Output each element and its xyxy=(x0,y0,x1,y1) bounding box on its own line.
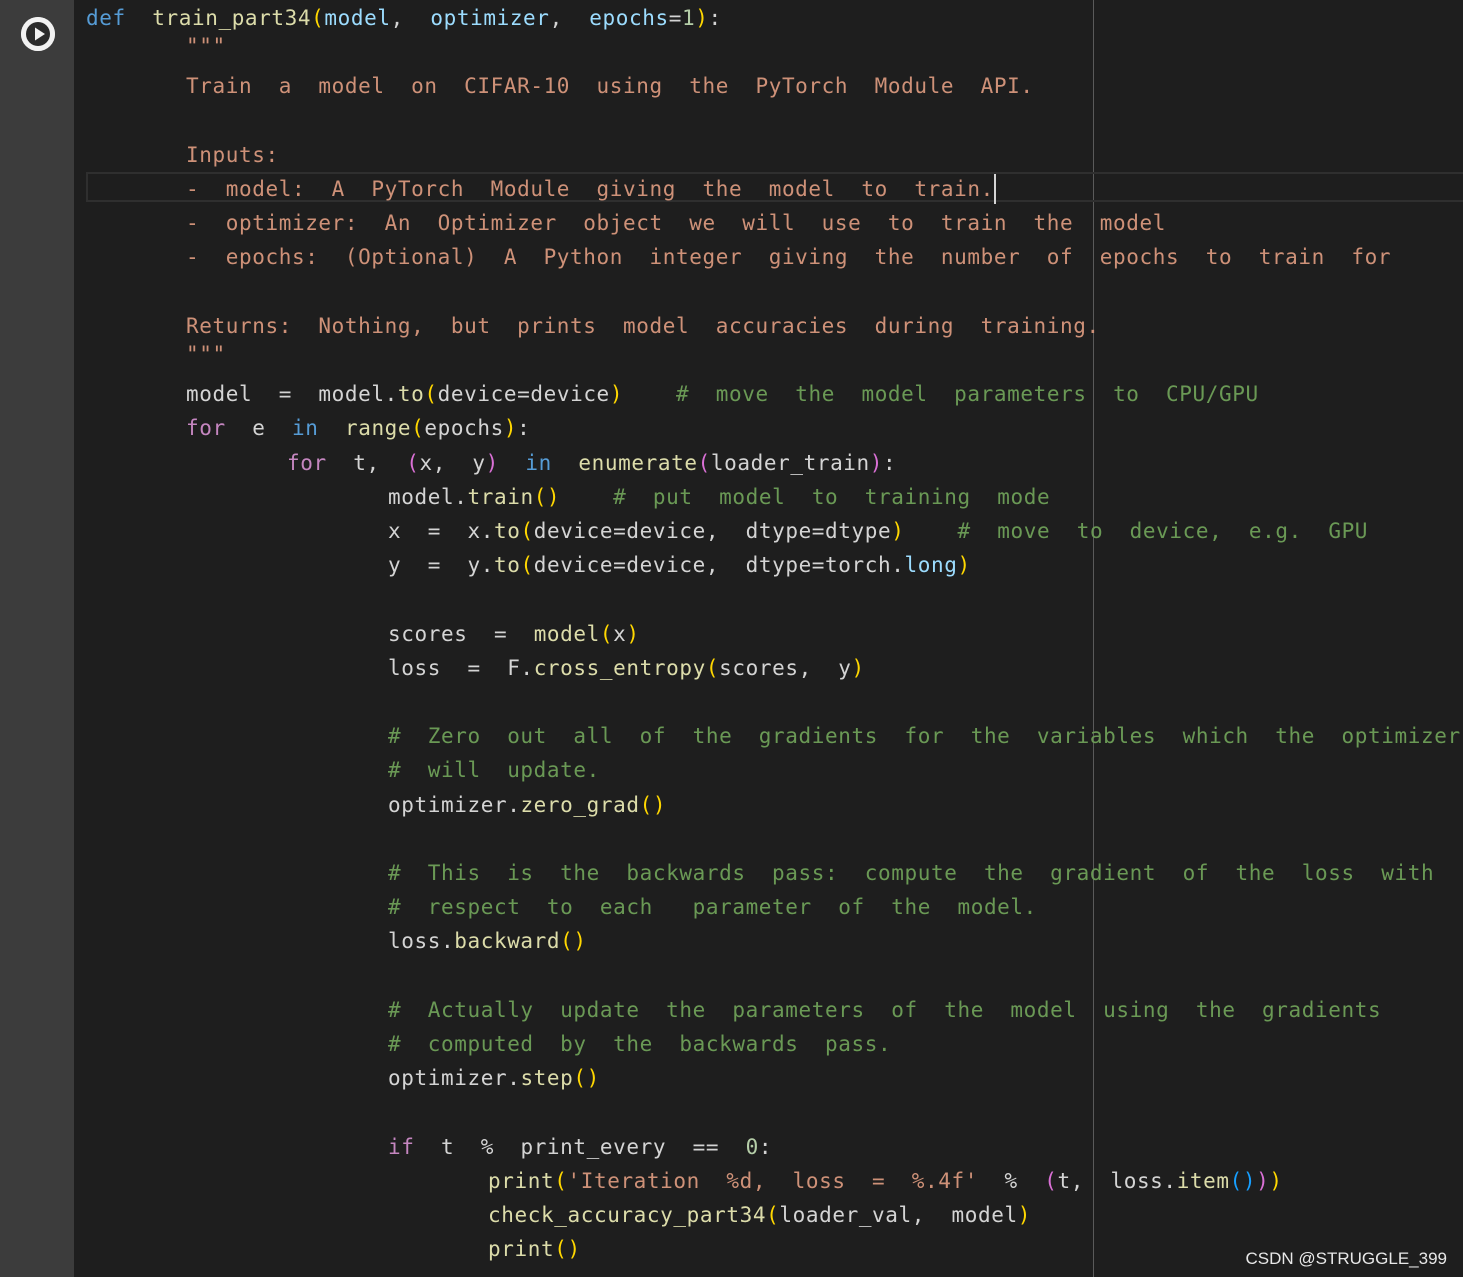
cell-gutter xyxy=(0,0,74,1277)
code-line-backward[interactable]: loss.backward() xyxy=(388,926,587,956)
docstring-returns: Returns: Nothing, but prints model accur… xyxy=(186,314,1100,338)
code-line-print-empty[interactable]: print() xyxy=(488,1234,581,1264)
comment-update-1: # Actually update the parameters of the … xyxy=(388,998,1382,1022)
code-line-model-to[interactable]: model = model.to(device=device) # move t… xyxy=(186,379,1259,409)
code-line-y-to[interactable]: y = y.to(device=device, dtype=torch.long… xyxy=(388,550,971,580)
function-name: train_part34 xyxy=(152,6,312,30)
code-line-scores[interactable]: scores = model(x) xyxy=(388,619,640,649)
code-line-x-to[interactable]: x = x.to(device=device, dtype=dtype) # m… xyxy=(388,516,1368,546)
param-epochs-default: 1 xyxy=(682,6,696,30)
notebook-cell: def train_part34(model, optimizer, epoch… xyxy=(0,0,1463,1277)
code-line-zero-grad[interactable]: optimizer.zero_grad() xyxy=(388,790,666,820)
code-line-model-train[interactable]: model.train() # put model to training mo… xyxy=(388,482,1050,512)
docstring-close: """ xyxy=(186,342,226,366)
run-cell-button[interactable] xyxy=(21,17,55,51)
comment-zero-2: # will update. xyxy=(388,758,600,782)
docstring-inputs: Inputs: xyxy=(186,143,279,167)
watermark-text: CSDN @STRUGGLE_399 xyxy=(1245,1249,1448,1268)
keyword-def: def xyxy=(86,6,126,30)
comment-update-2: # computed by the backwards pass. xyxy=(388,1032,892,1056)
code-line-def[interactable]: def train_part34(model, optimizer, epoch… xyxy=(86,3,722,33)
param-model: model xyxy=(324,6,391,30)
param-optimizer: optimizer xyxy=(430,6,550,30)
code-line-loss[interactable]: loss = F.cross_entropy(scores, y) xyxy=(388,653,865,683)
docstring-description: Train a model on CIFAR-10 using the PyTo… xyxy=(186,74,1034,98)
comment-backward-1: # This is the backwards pass: compute th… xyxy=(388,861,1435,885)
code-line-step[interactable]: optimizer.step() xyxy=(388,1063,600,1093)
code-line-for-loader[interactable]: for t, (x, y) in enumerate(loader_train)… xyxy=(287,448,896,478)
docstring-open: """ xyxy=(186,34,226,58)
docstring-input-model-line[interactable]: - model: A PyTorch Module giving the mod… xyxy=(186,174,996,204)
docstring-input-epochs: - epochs: (Optional) A Python integer gi… xyxy=(186,245,1392,269)
docstring-input-model: - model: A PyTorch Module giving the mod… xyxy=(186,177,994,201)
code-line-if[interactable]: if t % print_every == 0: xyxy=(388,1132,772,1162)
comment-backward-2: # respect to each parameter of the model… xyxy=(388,895,1037,919)
text-cursor xyxy=(993,174,996,204)
comment-zero-1: # Zero out all of the gradients for the … xyxy=(388,724,1461,748)
code-line-for-epochs[interactable]: for e in range(epochs): xyxy=(186,413,530,443)
comment-move-model: # move the model parameters to CPU/GPU xyxy=(676,382,1259,406)
code-line-check-accuracy[interactable]: check_accuracy_part34(loader_val, model) xyxy=(488,1200,1031,1230)
code-line-print-iteration[interactable]: print('Iteration %d, loss = %.4f' % (t, … xyxy=(488,1166,1283,1196)
docstring-input-optimizer: - optimizer: An Optimizer object we will… xyxy=(186,211,1166,235)
param-epochs: epochs xyxy=(589,6,669,30)
play-icon xyxy=(21,17,55,51)
